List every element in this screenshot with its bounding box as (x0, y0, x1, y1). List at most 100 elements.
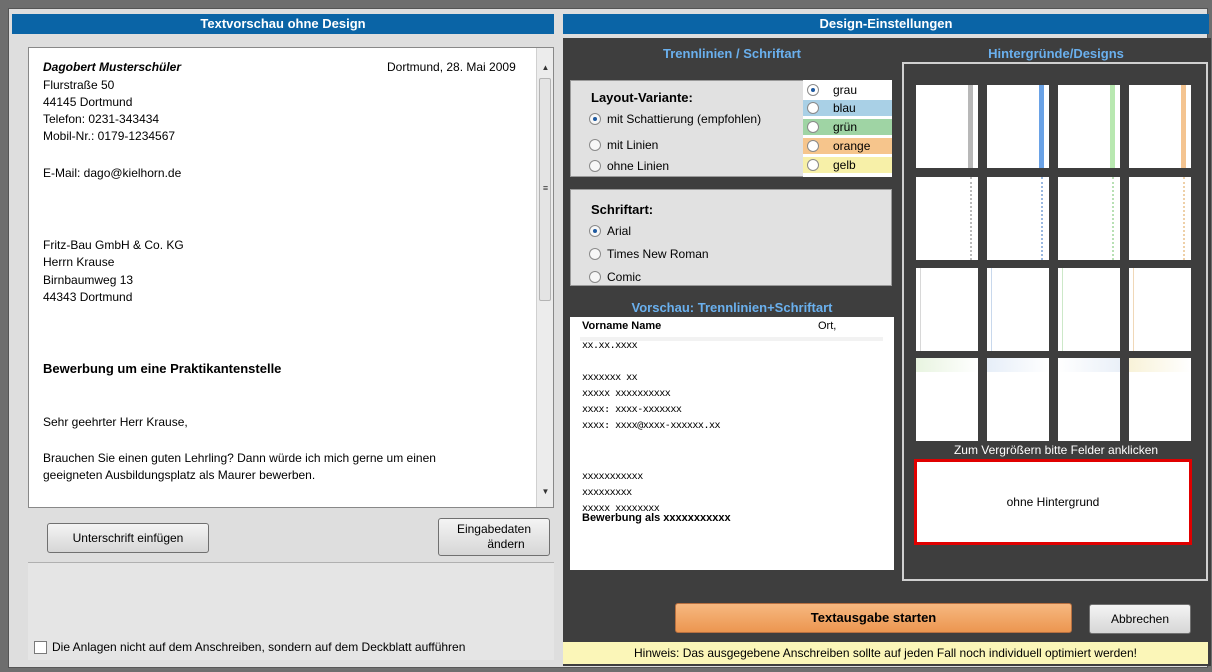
layout-option-label: mit Schattierung (empfohlen) (607, 112, 762, 126)
attachments-checkbox[interactable] (34, 640, 47, 654)
preview-subject: Bewerbung als xxxxxxxxxxx (582, 512, 731, 524)
change-input-label-2: ändern (487, 537, 525, 551)
radio-selected-icon[interactable] (589, 113, 601, 125)
font-preview: Vorname Name Ort, xx.xx.xxxx xxxxxxx xx … (570, 317, 894, 570)
right-header: Design-Einstellungen (563, 14, 1209, 34)
change-input-label-1: Eingabedaten (456, 522, 532, 536)
color-options: grau blau grün orange gelb (803, 80, 892, 177)
font-option-label: Arial (607, 224, 632, 238)
scroll-up-icon[interactable]: ▲ (537, 60, 553, 76)
color-option-blau[interactable]: blau (803, 100, 892, 116)
preview-line: xx.xx.xxxx (582, 340, 638, 351)
radio-icon[interactable] (589, 248, 601, 260)
hint-bar: Hinweis: Das ausgegebene Anschreiben sol… (563, 642, 1208, 664)
background-thumb[interactable] (987, 268, 1049, 351)
preview-line: xxxx: xxxx@xxxx-xxxxxx.xx (582, 420, 721, 431)
radio-selected-icon[interactable] (807, 84, 819, 96)
layout-label: Layout-Variante: (591, 90, 693, 105)
preview-title: Vorschau: Trennlinien+Schriftart (631, 300, 833, 315)
layout-panel: Layout-Variante: mit Schattierung (empfo… (570, 80, 804, 177)
radio-icon[interactable] (807, 121, 819, 133)
recipient-line: Birnbaumweg 13 (43, 273, 134, 287)
preview-line: xxxxxxxxx (582, 487, 632, 498)
background-thumb[interactable] (1129, 85, 1191, 168)
background-thumb[interactable] (916, 85, 978, 168)
background-thumb[interactable] (987, 358, 1049, 441)
layout-option-label: ohne Linien (607, 159, 670, 173)
background-thumb[interactable] (1129, 358, 1191, 441)
color-option-orange[interactable]: orange (803, 138, 892, 154)
backgrounds-title: Hintergründe/Designs (988, 46, 1124, 61)
radio-icon[interactable] (807, 140, 819, 152)
preview-line: xxxx: xxxx-xxxxxxx (582, 404, 682, 415)
background-thumb[interactable] (1129, 177, 1191, 260)
background-thumb[interactable] (987, 85, 1049, 168)
address-line: Telefon: 0231-343434 (43, 112, 160, 126)
color-label: grün (833, 120, 858, 134)
radio-icon[interactable] (589, 271, 601, 283)
background-thumb[interactable] (916, 268, 978, 351)
background-thumb[interactable] (916, 358, 978, 441)
color-option-grau[interactable]: grau (803, 82, 892, 98)
layout-option-label: mit Linien (607, 138, 659, 152)
radio-icon[interactable] (807, 102, 819, 114)
color-option-gruen[interactable]: grün (803, 119, 892, 135)
font-option-times[interactable]: Times New Roman (589, 247, 709, 261)
preview-line: xxxxxxx xx (582, 372, 638, 383)
color-label: orange (833, 139, 871, 153)
address-line: 44145 Dortmund (43, 95, 133, 109)
color-option-gelb[interactable]: gelb (803, 157, 892, 173)
font-option-comic[interactable]: Comic (589, 270, 641, 284)
radio-icon[interactable] (589, 139, 601, 151)
insert-signature-button[interactable]: Unterschrift einfügen (47, 523, 209, 553)
body-line: geeigneten Ausbildungsplatz als Maurer b… (43, 468, 316, 482)
color-label: grau (833, 83, 858, 97)
lines-font-title: Trennlinien / Schriftart (663, 46, 801, 61)
font-panel: Schriftart: Arial Times New Roman Comic (570, 189, 892, 286)
letter-preview: Dagobert Musterschüler Dortmund, 28. Mai… (28, 47, 554, 508)
address-line: Flurstraße 50 (43, 78, 115, 92)
color-label: gelb (833, 158, 856, 172)
change-input-button[interactable]: Eingabedaten ändern (438, 518, 550, 556)
letter-scrollbar[interactable]: ▲ ≡ ▼ (536, 48, 553, 507)
background-thumb[interactable] (916, 177, 978, 260)
recipient-line: Fritz-Bau GmbH & Co. KG (43, 238, 184, 252)
font-option-arial[interactable]: Arial (589, 224, 631, 238)
sender-name: Dagobert Musterschüler (43, 60, 182, 74)
layout-option-lines[interactable]: mit Linien (589, 138, 658, 152)
radio-selected-icon[interactable] (589, 225, 601, 237)
background-thumb[interactable] (987, 177, 1049, 260)
address-line: Mobil-Nr.: 0179-1234567 (43, 129, 176, 143)
radio-icon[interactable] (807, 159, 819, 171)
start-output-button[interactable]: Textausgabe starten (675, 603, 1072, 633)
email-line: E-Mail: dago@kielhorn.de (43, 166, 182, 180)
recipient-line: Herrn Krause (43, 255, 115, 269)
radio-icon[interactable] (589, 160, 601, 172)
cancel-button[interactable]: Abbrechen (1089, 604, 1191, 634)
background-thumb[interactable] (1058, 177, 1120, 260)
enlarge-hint: Zum Vergrößern bitte Felder anklicken (953, 443, 1159, 457)
background-thumb[interactable] (1058, 358, 1120, 441)
attachments-checkbox-row[interactable]: Die Anlagen nicht auf dem Anschreiben, s… (34, 640, 465, 654)
color-label: blau (833, 101, 856, 115)
preview-name: Vorname Name (582, 320, 662, 332)
left-header: Textvorschau ohne Design (12, 14, 554, 34)
letter-subject: Bewerbung um eine Praktikantenstelle (43, 361, 282, 376)
background-thumb[interactable] (1058, 268, 1120, 351)
preview-line: xxxxx xxxxxxxxxx (582, 388, 671, 399)
scroll-down-icon[interactable]: ▼ (537, 484, 553, 500)
background-thumb[interactable] (1058, 85, 1120, 168)
recipient-line: 44343 Dortmund (43, 290, 133, 304)
no-background-option[interactable]: ohne Hintergrund (914, 459, 1192, 545)
layout-option-no-lines[interactable]: ohne Linien (589, 159, 669, 173)
letter-date: Dortmund, 28. Mai 2009 (387, 60, 516, 74)
font-option-label: Comic (607, 270, 642, 284)
layout-option-shading[interactable]: mit Schattierung (empfohlen) (589, 112, 761, 126)
preview-line: xxxxxxxxxxx (582, 471, 643, 482)
attachments-checkbox-label: Die Anlagen nicht auf dem Anschreiben, s… (52, 640, 466, 654)
background-thumb[interactable] (1129, 268, 1191, 351)
font-label: Schriftart: (591, 202, 654, 217)
body-line: Brauchen Sie einen guten Lehrling? Dann … (43, 451, 436, 465)
font-option-label: Times New Roman (607, 247, 709, 261)
salutation: Sehr geehrter Herr Krause, (43, 415, 188, 429)
